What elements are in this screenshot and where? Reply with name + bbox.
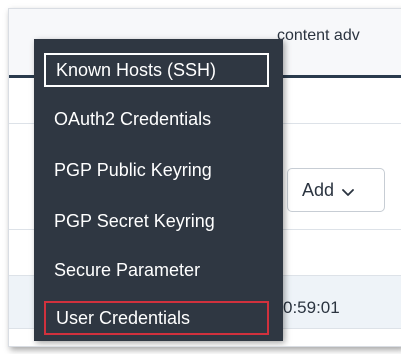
add-button[interactable]: Add — [287, 168, 385, 212]
header-text: content adv — [277, 27, 360, 44]
menu-item-secure-parameter[interactable]: Secure Parameter — [44, 253, 269, 287]
menu-item-known-hosts-ssh[interactable]: Known Hosts (SSH) — [44, 53, 269, 87]
menu-item-label: OAuth2 Credentials — [54, 109, 212, 129]
menu-item-label: User Credentials — [56, 308, 191, 328]
menu-item-user-credentials[interactable]: User Credentials — [44, 301, 269, 335]
menu-item-label: PGP Secret Keyring — [54, 211, 215, 231]
menu-item-label: PGP Public Keyring — [54, 160, 212, 180]
credential-type-menu: Known Hosts (SSH) OAuth2 Credentials PGP… — [34, 39, 283, 341]
screenshot-page: content adv Add 0:59:01 Known Hosts (SSH… — [0, 0, 401, 354]
timestamp-text: 0:59:01 — [283, 298, 340, 317]
menu-item-label: Known Hosts (SSH) — [56, 60, 217, 80]
add-button-label: Add — [302, 179, 335, 200]
application-window: content adv Add 0:59:01 Known Hosts (SSH… — [8, 8, 401, 347]
menu-item-oauth2-credentials[interactable]: OAuth2 Credentials — [44, 102, 269, 136]
chevron-down-icon — [342, 188, 354, 196]
menu-item-pgp-secret-keyring[interactable]: PGP Secret Keyring — [44, 204, 269, 238]
menu-item-pgp-public-keyring[interactable]: PGP Public Keyring — [44, 153, 269, 187]
menu-item-label: Secure Parameter — [54, 260, 201, 280]
